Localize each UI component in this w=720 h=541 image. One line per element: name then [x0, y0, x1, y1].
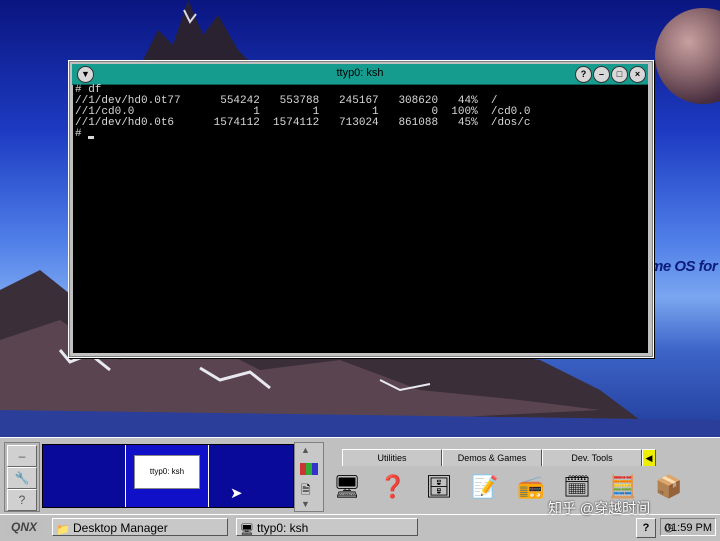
task-label: Desktop Manager	[73, 521, 168, 535]
shelf-scroll-control[interactable]: ▲ 🗎 ▼	[294, 442, 324, 512]
tab-scroll-arrow-icon[interactable]: ◀	[642, 449, 656, 466]
shelf-controls: – 🔧 ?	[4, 442, 40, 512]
terminal-screen[interactable]: # df //1/dev/hd0.0t77 554242 553788 2451…	[73, 85, 648, 353]
help-book-icon[interactable]: ❓	[376, 469, 410, 505]
clock: ◷ 01:59 PM	[660, 518, 716, 536]
wrench-icon[interactable]: 🔧	[7, 467, 37, 489]
terminal-icon: 🖥	[240, 524, 254, 536]
terminal-prompt: #	[75, 128, 89, 140]
shelf-collapse-button[interactable]: –	[7, 445, 37, 467]
package-icon[interactable]: 📦	[652, 469, 686, 505]
watermark-text: 知乎 @穿越时间	[548, 500, 651, 516]
task-desktop-manager[interactable]: 📁 Desktop Manager	[52, 518, 228, 536]
pager-window-thumbnail[interactable]: ttyp0: ksh	[134, 455, 200, 489]
taskbar: QNX 📁 Desktop Manager 🖥 ttyp0: ksh ? ◷ 0…	[0, 514, 720, 541]
clock-icon: ◷	[664, 522, 674, 534]
window-titlebar[interactable]: ▼ ttyp0: ksh ? – □ ×	[72, 64, 648, 85]
tab-demos-games[interactable]: Demos & Games	[442, 449, 542, 466]
qnx-logo[interactable]: QNX	[3, 518, 45, 537]
wallpaper-text: me OS for r	[650, 258, 720, 275]
shelf-help-button[interactable]: ?	[7, 489, 37, 511]
terminal-prompt-line: #	[75, 129, 646, 140]
color-palette-icon[interactable]	[300, 463, 318, 475]
workspace-pane[interactable]	[43, 445, 126, 507]
task-label: ttyp0: ksh	[257, 521, 309, 535]
workspace-pager[interactable]: ttyp0: ksh	[42, 444, 294, 508]
tab-utilities[interactable]: Utilities	[342, 449, 442, 466]
mouse-pointer-icon: ➤	[230, 485, 243, 502]
help-button[interactable]: ?	[575, 66, 592, 83]
launcher-app-row: 🖥 ❓ 🗄 📝 📻 🗓 🧮 📦	[328, 467, 718, 511]
file-cabinet-icon[interactable]: 🗄	[422, 469, 456, 505]
planet-graphic	[655, 8, 720, 104]
text-cursor	[88, 136, 95, 139]
scroll-down-icon[interactable]: ▼	[301, 499, 310, 509]
terminal-line: //1/dev/hd0.0t6 1574112 1574112 713024 8…	[75, 117, 531, 129]
notes-icon[interactable]: 📝	[468, 469, 502, 505]
workspace-pane[interactable]	[209, 445, 293, 507]
monitor-icon[interactable]: 🖥	[330, 469, 364, 505]
folder-icon: 📁	[56, 524, 70, 536]
scroll-up-icon[interactable]: ▲	[301, 445, 310, 455]
maximize-button[interactable]: □	[611, 66, 628, 83]
close-button[interactable]: ×	[629, 66, 646, 83]
workspace-pane-active[interactable]: ttyp0: ksh	[126, 445, 209, 507]
terminal-window[interactable]: ▼ ttyp0: ksh ? – □ × # df //1/dev/hd0.0t…	[68, 60, 654, 358]
boombox-icon[interactable]: 📻	[514, 469, 548, 505]
taskbar-help-button[interactable]: ?	[636, 518, 656, 538]
task-terminal[interactable]: 🖥 ttyp0: ksh	[236, 518, 418, 536]
window-title: ttyp0: ksh	[336, 67, 384, 79]
minimize-button[interactable]: –	[593, 66, 610, 83]
tab-dev-tools[interactable]: Dev. Tools	[542, 449, 642, 466]
